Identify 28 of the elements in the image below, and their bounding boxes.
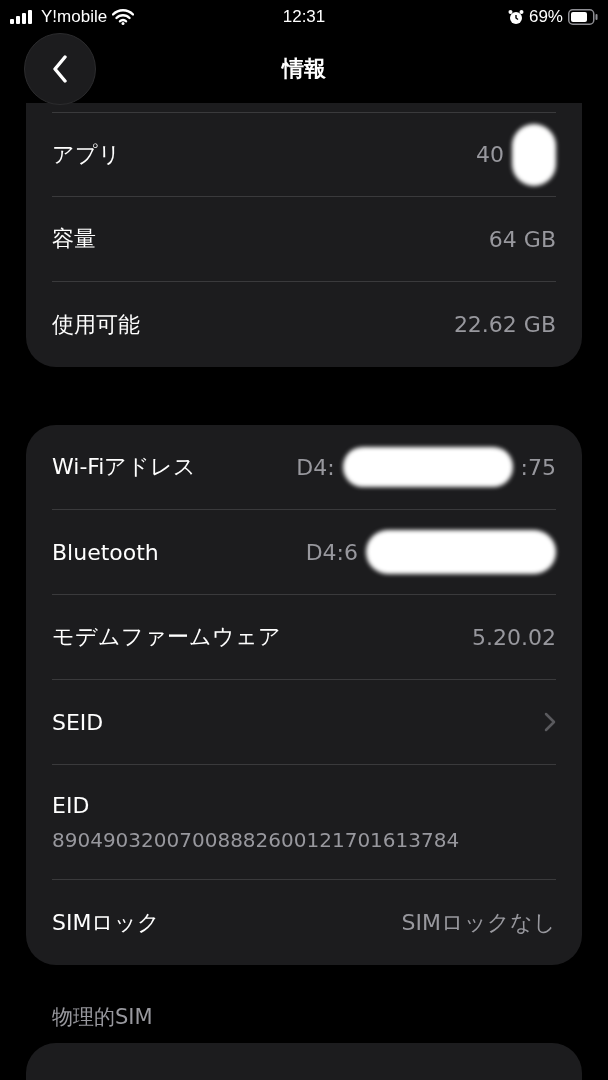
battery-icon: [568, 9, 598, 25]
clock-time: 12:31: [282, 7, 326, 27]
row-label: 使用可能: [52, 310, 140, 339]
row-value: 40: [476, 142, 504, 167]
page-title: 情報: [282, 54, 326, 83]
row-label: Bluetooth: [52, 539, 159, 565]
row-value: D4:6: [305, 539, 358, 565]
alarm-icon: [507, 9, 524, 25]
row-label: EID: [52, 792, 90, 818]
chevron-icon: [544, 712, 556, 732]
carrier-name: Y!mobile: [41, 7, 108, 27]
row-label: SIMロック: [52, 908, 161, 937]
row-label: Wi-Fiアドレス: [52, 453, 197, 481]
row-value: 64 GB: [488, 226, 556, 252]
section-header: 物理的SIM: [52, 1005, 153, 1029]
row-value: D4:: [296, 454, 335, 480]
battery-percent: 69%: [528, 7, 563, 27]
wifi-icon: [112, 9, 135, 25]
back-icon: [52, 55, 68, 83]
row-value: SIMロックなし: [401, 908, 556, 937]
row-value: :75: [520, 454, 556, 480]
seid-row[interactable]: SEID: [52, 680, 556, 765]
row-value: 5.20.02: [472, 624, 556, 650]
row-value: 22.62 GB: [453, 312, 556, 337]
row-label: モデムファームウェア: [52, 623, 281, 651]
row-label: アプリ: [52, 140, 121, 169]
row-label: 容量: [52, 225, 96, 253]
row-value: 89049032007008882600121701613784: [52, 827, 460, 852]
